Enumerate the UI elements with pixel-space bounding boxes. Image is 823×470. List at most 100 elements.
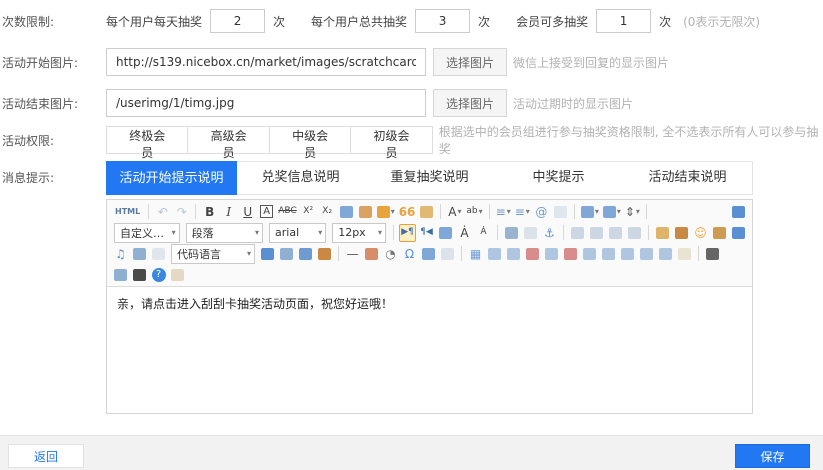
member-option-4[interactable]: 初级会员 — [350, 126, 432, 154]
tab-5[interactable]: 活动结束说明 — [623, 162, 752, 194]
dir-rtl-icon[interactable]: ¶◀ — [418, 224, 435, 242]
preview-icon[interactable] — [112, 266, 129, 284]
snapscreen-icon[interactable] — [278, 245, 295, 263]
auto-typeset-icon[interactable]: ▾ — [376, 203, 396, 221]
highlight-color-icon[interactable]: ab▾ — [465, 203, 483, 221]
start-image-input[interactable] — [106, 48, 426, 76]
underline-icon[interactable]: U — [239, 203, 256, 221]
insert-frame-icon[interactable] — [150, 245, 167, 263]
chevron-down-icon: ▾ — [636, 207, 640, 216]
save-button[interactable]: 保存 — [735, 444, 810, 468]
insert-col-icon[interactable] — [543, 245, 560, 263]
cite-icon[interactable] — [439, 245, 456, 263]
insert-image-icon[interactable] — [654, 224, 671, 242]
video-icon[interactable] — [730, 224, 747, 242]
end-image-pick-button[interactable]: 选择图片 — [433, 89, 507, 117]
link-icon[interactable] — [503, 224, 520, 242]
limit-input-3[interactable] — [596, 9, 651, 33]
font-size-select[interactable]: 12px▾ — [332, 223, 386, 243]
limit-input-1[interactable] — [210, 9, 265, 33]
delete-row-icon[interactable] — [562, 245, 579, 263]
permission-hint: 根据选中的会员组进行参与抽奖资格限制, 全不选表示所有人可以参与抽奖 — [439, 123, 823, 157]
strikethrough-icon[interactable]: ABC — [277, 203, 297, 221]
anchor-icon[interactable]: ⚓ — [541, 224, 558, 242]
member-option-1[interactable]: 终极会员 — [106, 126, 188, 154]
member-option-3[interactable]: 中级会员 — [269, 126, 351, 154]
table-props-icon[interactable] — [657, 245, 674, 263]
start-image-pick-button[interactable]: 选择图片 — [433, 48, 507, 76]
anchor-ref-icon[interactable]: @ — [533, 203, 550, 221]
eraser-icon[interactable] — [338, 203, 355, 221]
image-manager-icon[interactable] — [673, 224, 690, 242]
merge-cells-icon[interactable] — [581, 245, 598, 263]
source-code-icon[interactable]: HTML — [112, 203, 143, 221]
doc-new-icon[interactable] — [676, 245, 693, 263]
font-border-icon[interactable]: A — [258, 203, 275, 221]
subscript-icon[interactable]: X₂ — [319, 203, 336, 221]
member-option-2[interactable]: 高级会员 — [187, 126, 269, 154]
superscript-icon[interactable]: X² — [300, 203, 317, 221]
image-align-none-icon[interactable] — [626, 224, 643, 242]
scrawl-icon[interactable] — [711, 224, 728, 242]
format-painter-icon[interactable] — [357, 203, 374, 221]
paste-icon[interactable] — [169, 266, 186, 284]
split-cells-icon[interactable] — [600, 245, 617, 263]
paragraph-select[interactable]: 段落▾ — [186, 223, 263, 243]
font-color-icon[interactable]: A▾ — [446, 203, 463, 221]
map-icon[interactable] — [316, 245, 333, 263]
special-char-icon[interactable]: Ω — [401, 245, 418, 263]
indent-icon[interactable] — [437, 224, 454, 242]
horizontal-rule-icon[interactable]: — — [344, 245, 361, 263]
insert-row-icon[interactable] — [524, 245, 541, 263]
paste-word-icon[interactable] — [418, 203, 435, 221]
lowercase-icon[interactable]: Ȧ — [475, 224, 492, 242]
font-family-select[interactable]: arial▾ — [269, 223, 326, 243]
help-icon[interactable]: ? — [150, 266, 167, 284]
columns-icon[interactable] — [297, 245, 314, 263]
flash-icon[interactable] — [259, 245, 276, 263]
space-after-icon[interactable]: ▾ — [602, 203, 622, 221]
tab-3[interactable]: 重复抽奖说明 — [365, 162, 494, 194]
music-icon[interactable]: ♫ — [112, 245, 129, 263]
tab-1[interactable]: 活动开始提示说明 — [106, 161, 237, 195]
unlink-icon[interactable] — [522, 224, 539, 242]
insert-table-icon[interactable]: ▦ — [467, 245, 484, 263]
uppercase-icon[interactable]: Ȧ — [456, 224, 473, 242]
image-align-left-icon[interactable] — [569, 224, 586, 242]
emotion-icon[interactable]: ☺ — [692, 224, 709, 242]
average-rows-icon[interactable] — [619, 245, 636, 263]
limit-input-2[interactable] — [415, 9, 470, 33]
search-replace-icon[interactable] — [131, 266, 148, 284]
limit-suffix-2: 次 — [478, 13, 490, 30]
chevron-down-icon: ▾ — [617, 207, 621, 216]
tab-4[interactable]: 中奖提示 — [494, 162, 623, 194]
tab-2[interactable]: 兑奖信息说明 — [236, 162, 365, 194]
end-image-input[interactable] — [106, 89, 426, 117]
undo-icon[interactable]: ↶ — [154, 203, 171, 221]
average-cols-icon[interactable] — [638, 245, 655, 263]
fullscreen-icon[interactable] — [730, 203, 747, 221]
blank-doc-icon[interactable] — [552, 203, 569, 221]
style-select[interactable]: 自定义标题▾ — [114, 223, 180, 243]
date-icon[interactable] — [363, 245, 380, 263]
attachment-icon[interactable] — [131, 245, 148, 263]
space-before-icon[interactable]: ▾ — [580, 203, 600, 221]
bold-icon[interactable]: B — [201, 203, 218, 221]
back-button[interactable]: 返回 — [8, 444, 84, 468]
delete-table-icon[interactable] — [486, 245, 503, 263]
blockquote-icon[interactable]: 66 — [398, 203, 417, 221]
image-align-center-icon[interactable] — [588, 224, 605, 242]
line-height-icon[interactable]: ⇕▾ — [624, 203, 641, 221]
ordered-list-icon[interactable]: ≡▾ — [495, 203, 512, 221]
editor-body[interactable]: 亲，请点击进入刮刮卡抽奖活动页面，祝您好运哦！ — [107, 287, 752, 413]
time-icon[interactable]: ◔ — [382, 245, 399, 263]
form-icon[interactable] — [420, 245, 437, 263]
table-caption-icon[interactable] — [505, 245, 522, 263]
italic-icon[interactable]: I — [220, 203, 237, 221]
redo-icon[interactable]: ↷ — [173, 203, 190, 221]
image-align-right-icon[interactable] — [607, 224, 624, 242]
code-language-select[interactable]: 代码语言▾ — [171, 244, 255, 264]
dir-ltr-icon[interactable]: ▶¶ — [399, 224, 416, 242]
print-icon[interactable] — [704, 245, 721, 263]
unordered-list-icon[interactable]: ≡▾ — [514, 203, 531, 221]
